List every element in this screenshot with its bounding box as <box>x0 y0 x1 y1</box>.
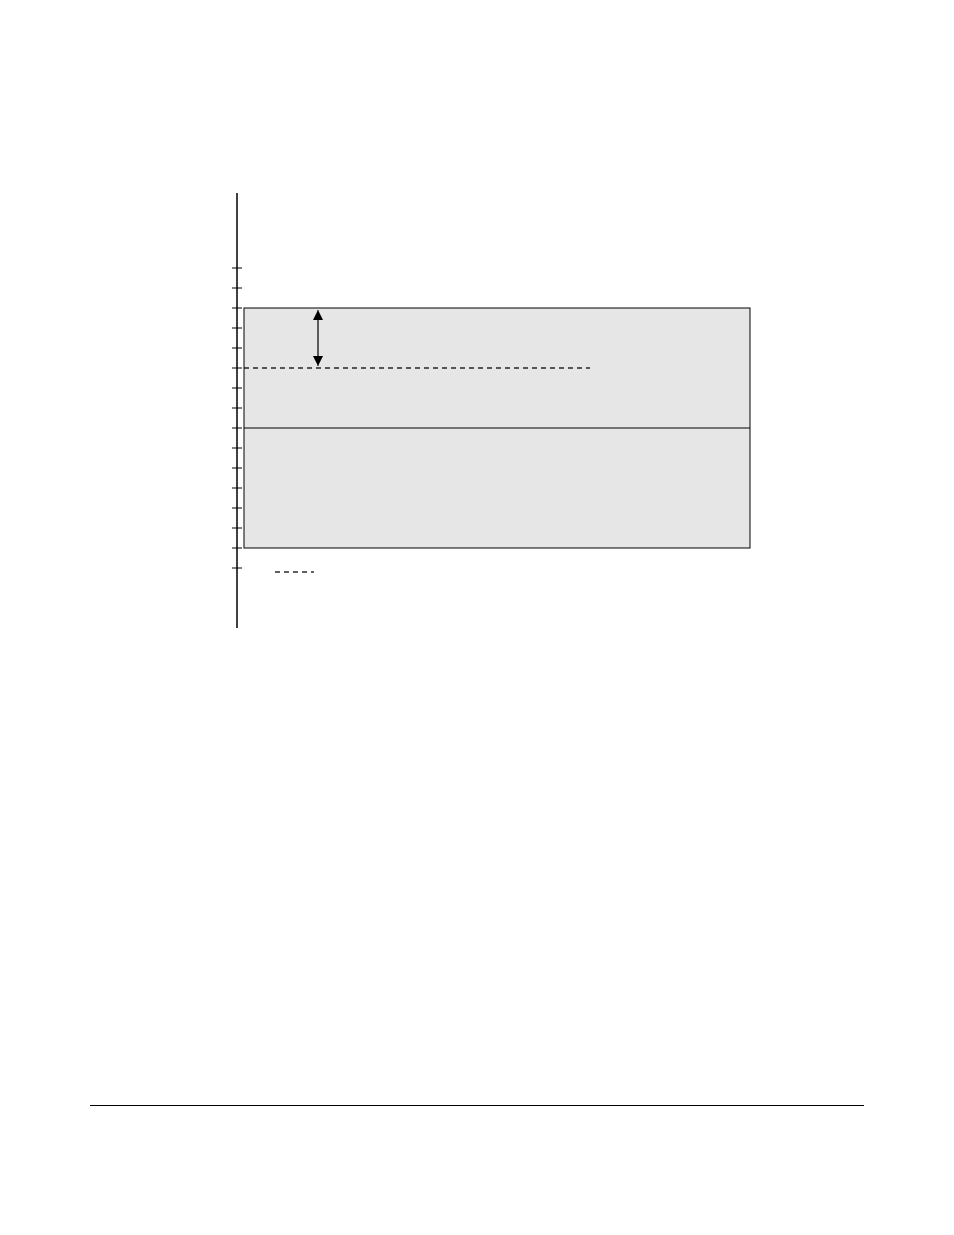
technical-diagram <box>0 0 954 700</box>
footer-rule <box>90 1105 864 1106</box>
